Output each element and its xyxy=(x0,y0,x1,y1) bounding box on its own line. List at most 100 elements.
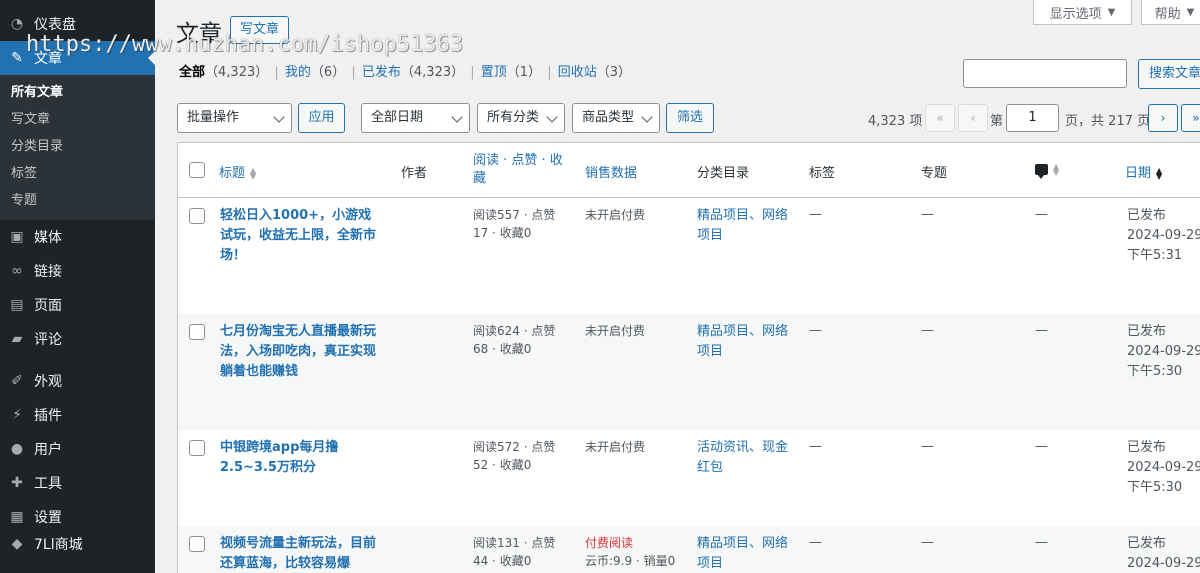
column-topic: 专题 xyxy=(921,166,948,181)
table-row: 轻松日入1000+，小游戏试玩，收益无上限，全新市场！ 阅读557 · 点赞17 … xyxy=(178,198,1200,314)
prev-page-button[interactable]: ‹ xyxy=(958,104,988,132)
page-label: 第 xyxy=(990,114,1004,129)
posts-submenu: 所有文章 写文章 分类目录 标签 专题 xyxy=(0,75,155,220)
post-title-link[interactable]: 视频号流量主新玩法，目前还算蓝海，比较容易爆 xyxy=(220,534,380,573)
tags-value: — xyxy=(809,323,822,338)
post-title-link[interactable]: 轻松日入1000+，小游戏试玩，收益无上限，全新市场！ xyxy=(220,206,380,266)
settings-icon: ▦ xyxy=(10,509,24,525)
submenu-all-posts[interactable]: 所有文章 xyxy=(0,79,155,106)
submenu-tags[interactable]: 标签 xyxy=(0,160,155,187)
submenu-categories[interactable]: 分类目录 xyxy=(0,133,155,160)
next-page-button[interactable]: › xyxy=(1148,104,1178,132)
filter-mine[interactable]: 我的（6） xyxy=(285,65,345,80)
row-checkbox[interactable] xyxy=(189,208,205,224)
tags-value: — xyxy=(809,207,822,222)
comments-value: — xyxy=(1035,535,1048,550)
menu-shop[interactable]: ◆ 7Ll商城 xyxy=(0,534,155,554)
help-button[interactable]: 帮助 ▼ xyxy=(1141,0,1200,25)
menu-settings[interactable]: ▦ 设置 xyxy=(0,500,155,534)
main-content: 显示选项 ▼ 帮助 ▼ 文章 写文章 全部（4,323） | 我的（6） | 已发布… xyxy=(155,0,1200,573)
menu-pages[interactable]: ▤ 页面 xyxy=(0,288,155,322)
sort-icon: ▲ ▼ xyxy=(1053,161,1060,177)
user-icon: ● xyxy=(10,441,24,457)
posts-table: 标题 ▲ ▼ 作者 阅读 · 点赞 · 收藏 销售数据 分类目录 标签 专题 ▲ ▼ … xyxy=(177,142,1200,573)
filter-published[interactable]: 已发布（4,323） xyxy=(362,65,464,80)
dashboard-icon: ◔ xyxy=(10,16,24,32)
post-status: 已发布 xyxy=(1127,536,1167,551)
category-filter-select[interactable]: 所有分类 xyxy=(477,103,565,133)
filter-sticky[interactable]: 置顶（1） xyxy=(481,65,541,80)
column-sales[interactable]: 销售数据 xyxy=(585,162,637,181)
post-date: 已发布 2024-09-29 xyxy=(1127,534,1200,573)
product-type-select[interactable]: 商品类型 xyxy=(572,103,660,133)
menu-comments[interactable]: ▰ 评论 xyxy=(0,322,155,356)
search-posts-button[interactable]: 搜索文章 xyxy=(1138,59,1200,89)
sort-icon: ▲ ▼ xyxy=(250,165,257,181)
bulk-actions-select[interactable]: 批量操作 xyxy=(177,103,292,133)
reads-likes-favs: 阅读557 · 点赞17 · 收藏0 xyxy=(473,208,556,240)
column-date[interactable]: 日期 ▲ ▼ xyxy=(1125,162,1162,181)
add-new-post-button[interactable]: 写文章 xyxy=(230,16,290,44)
comments-value: — xyxy=(1035,207,1048,222)
wrench-icon: ✚ xyxy=(11,475,23,491)
current-page-input[interactable]: 1 xyxy=(1006,104,1059,132)
menu-tools[interactable]: ✚ 工具 xyxy=(0,466,155,500)
post-status: 已发布 xyxy=(1127,324,1167,339)
menu-users[interactable]: ● 用户 xyxy=(0,432,155,466)
chevron-down-icon xyxy=(641,111,653,123)
link-icon: ∞ xyxy=(11,263,23,279)
media-icon: ▣ xyxy=(10,229,24,245)
row-checkbox[interactable] xyxy=(189,440,205,456)
post-date-value: 2024-09-29 xyxy=(1127,344,1200,359)
filter-trash[interactable]: 回收站（3） xyxy=(558,65,631,80)
sales-detail: 云币:9.9 · 销量0 xyxy=(585,554,676,568)
category-links[interactable]: 精品项目、网络项目 xyxy=(697,206,793,246)
sales-status: 未开启付费 xyxy=(585,206,689,224)
menu-plugins[interactable]: ⚡ 插件 xyxy=(0,398,155,432)
menu-appearance[interactable]: ✐ 外观 xyxy=(0,364,155,398)
table-row: 视频号流量主新玩法，目前还算蓝海，比较容易爆 阅读131 · 点赞44 · 收藏0… xyxy=(178,526,1200,573)
caret-down-icon: ▼ xyxy=(1107,6,1116,18)
filter-all[interactable]: 全部（4,323） xyxy=(179,65,268,80)
menu-media[interactable]: ▣ 媒体 xyxy=(0,220,155,254)
screen-options-button[interactable]: 显示选项 ▼ xyxy=(1033,0,1132,25)
menu-dashboard[interactable]: ◔ 仪表盘 xyxy=(0,7,155,41)
menu-posts[interactable]: ✎ 文章 xyxy=(0,41,156,75)
column-comments[interactable]: ▲ ▼ xyxy=(1035,161,1060,179)
comments-value: — xyxy=(1035,323,1048,338)
topic-value: — xyxy=(921,439,934,454)
post-date: 已发布 2024-09-29 下午5:31 xyxy=(1127,206,1200,265)
menu-links[interactable]: ∞ 链接 xyxy=(0,254,155,288)
topic-value: — xyxy=(921,323,934,338)
submenu-topics[interactable]: 专题 xyxy=(0,187,155,214)
apply-button[interactable]: 应用 xyxy=(298,103,345,133)
submenu-add-new[interactable]: 写文章 xyxy=(0,106,155,133)
date-filter-select[interactable]: 全部日期 xyxy=(361,103,470,133)
search-input[interactable] xyxy=(963,59,1127,88)
post-title-link[interactable]: 七月份淘宝无人直播最新玩法，入场即吃肉，真正实现躺着也能赚钱 xyxy=(220,322,380,382)
chevron-down-icon xyxy=(546,111,558,123)
page-title: 文章 xyxy=(176,21,222,47)
last-page-button[interactable]: » xyxy=(1181,104,1200,132)
column-title[interactable]: 标题 ▲ ▼ xyxy=(219,162,256,181)
column-reads[interactable]: 阅读 · 点赞 · 收藏 xyxy=(473,152,569,188)
chevron-down-icon xyxy=(273,111,285,123)
select-all-checkbox[interactable] xyxy=(189,162,205,178)
row-checkbox[interactable] xyxy=(189,536,205,552)
sales-status: 未开启付费 xyxy=(585,322,689,340)
category-links[interactable]: 精品项目、网络项目 xyxy=(697,322,793,362)
chevron-down-icon xyxy=(451,111,463,123)
post-date-value: 2024-09-29 xyxy=(1127,460,1200,475)
category-links[interactable]: 精品项目、网络项目 xyxy=(697,534,793,573)
column-author: 作者 xyxy=(401,166,428,181)
sales-status-text: 未开启付费 xyxy=(585,208,646,222)
sales-status: 付费阅读 云币:9.9 · 销量0 xyxy=(585,534,689,570)
post-status: 已发布 xyxy=(1127,208,1167,223)
filter-button[interactable]: 筛选 xyxy=(666,103,714,133)
first-page-button[interactable]: « xyxy=(925,104,955,132)
post-title-link[interactable]: 中银跨境app每月撸2.5~3.5万积分 xyxy=(220,438,380,478)
row-checkbox[interactable] xyxy=(189,324,205,340)
pin-icon: ✎ xyxy=(11,50,23,66)
total-pages: 页，共 217 页 xyxy=(1065,114,1149,129)
category-links[interactable]: 活动资讯、现金红包 xyxy=(697,438,793,478)
